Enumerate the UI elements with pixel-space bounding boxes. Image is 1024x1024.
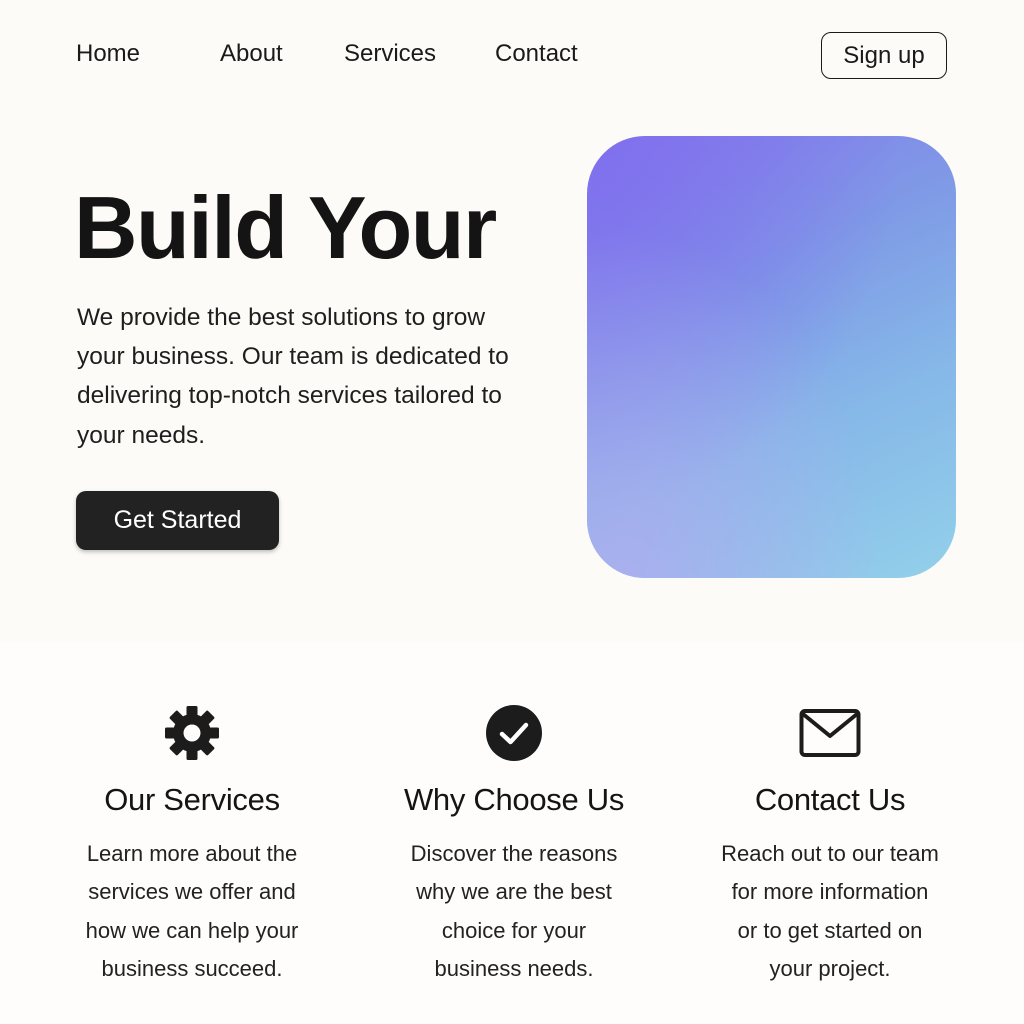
features-section: Our Services Learn more about the servic… <box>0 642 1024 1024</box>
nav-link-contact[interactable]: Contact <box>495 40 578 68</box>
feature-description: Learn more about the services we offer a… <box>85 841 299 981</box>
nav-link-about[interactable]: About <box>220 40 283 68</box>
hero-section: Build Your We provide the best solutions… <box>0 110 1024 642</box>
hero-title: Build Your <box>74 178 497 277</box>
top-navigation: Home About Services Contact Sign up <box>0 0 1024 110</box>
sign-up-button[interactable]: Sign up <box>821 32 947 79</box>
feature-why-choose-us: Why Choose Us Discover the reasons why w… <box>354 642 674 1024</box>
feature-description: Discover the reasons why we are the best… <box>410 841 618 981</box>
feature-title: Our Services <box>104 782 280 817</box>
hero-description: We provide the best solutions to grow yo… <box>77 304 509 449</box>
feature-description: Reach out to our team for more informati… <box>721 841 939 981</box>
check-circle-icon <box>483 702 545 764</box>
nav-link-home[interactable]: Home <box>76 40 140 68</box>
feature-title: Why Choose Us <box>403 782 625 817</box>
nav-link-services[interactable]: Services <box>344 40 436 68</box>
feature-our-services: Our Services Learn more about the servic… <box>32 642 352 1024</box>
feature-contact-us: Contact Us Reach out to our team for mor… <box>670 642 990 1024</box>
hero-gradient-image <box>587 136 956 578</box>
get-started-button[interactable]: Get Started <box>76 491 279 550</box>
gear-icon <box>161 702 223 764</box>
feature-title: Contact Us <box>754 782 906 817</box>
envelope-icon <box>799 702 861 764</box>
